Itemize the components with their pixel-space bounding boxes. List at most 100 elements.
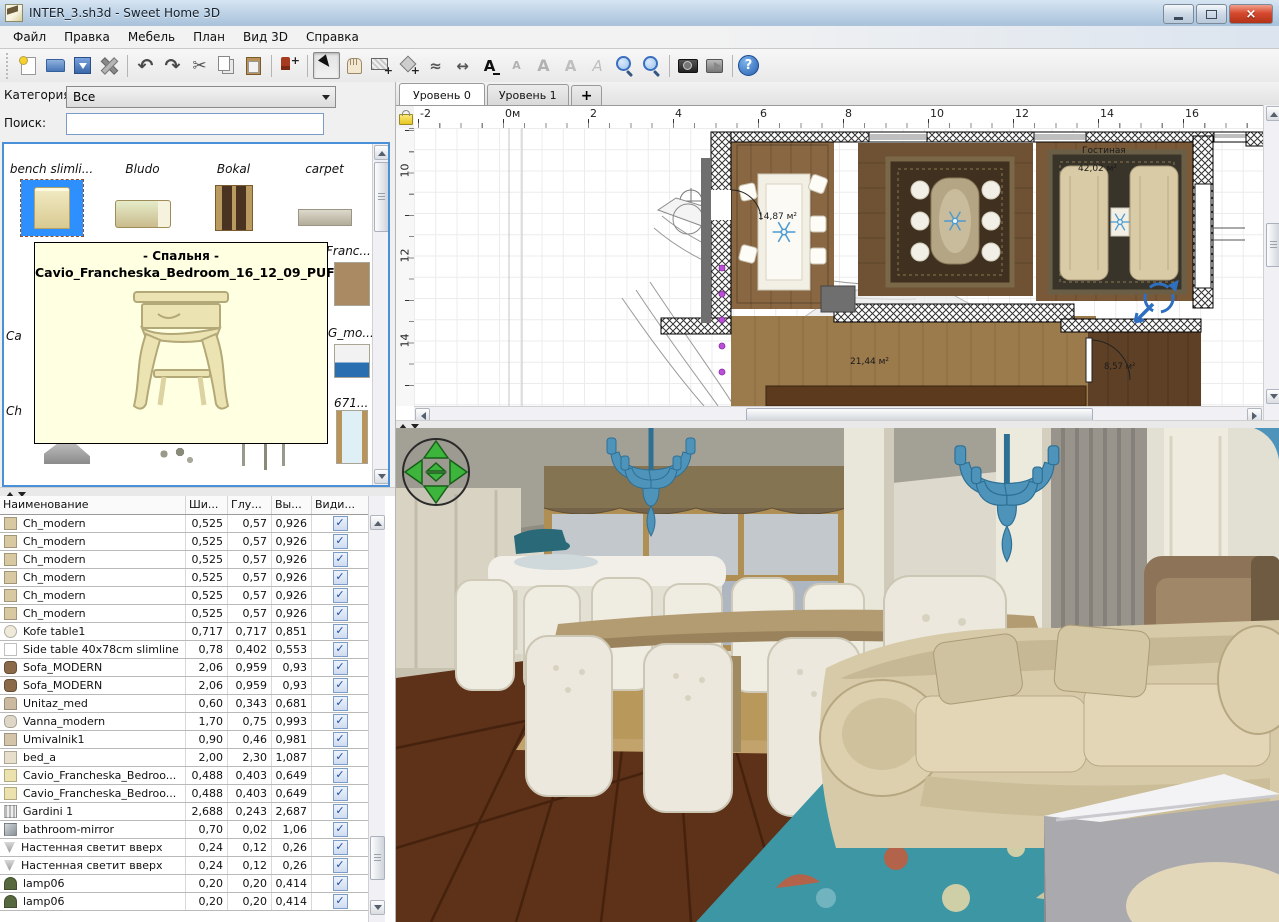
visibility-checkbox[interactable]: ✓ <box>333 696 348 711</box>
photo-icon[interactable] <box>675 53 700 78</box>
preferences-icon[interactable] <box>97 53 122 78</box>
table-row[interactable]: Настенная светит вверх0,240,120,26✓ <box>0 839 368 857</box>
copy-icon[interactable] <box>214 53 239 78</box>
visibility-checkbox[interactable]: ✓ <box>333 660 348 675</box>
plan-vscrollbar-thumb[interactable] <box>1266 223 1279 267</box>
table-row[interactable]: lamp060,200,200,414✓ <box>0 875 368 893</box>
column-header-width[interactable]: Ши... <box>186 496 228 514</box>
category-combobox[interactable]: Все <box>66 86 336 108</box>
zoom-in-icon[interactable]: + <box>612 53 637 78</box>
save-icon[interactable] <box>70 53 95 78</box>
table-row[interactable]: Ch_modern0,5250,570,926✓ <box>0 551 368 569</box>
table-row[interactable]: Настенная светит вверх0,240,120,26✓ <box>0 857 368 875</box>
redo-icon[interactable]: ↷ <box>160 53 185 78</box>
menu-item[interactable]: План <box>184 27 234 47</box>
visibility-checkbox[interactable]: ✓ <box>333 624 348 639</box>
visibility-checkbox[interactable]: ✓ <box>333 804 348 819</box>
scroll-up-icon[interactable] <box>374 145 389 160</box>
furniture-list-scrollbar[interactable] <box>368 496 385 922</box>
scroll-down-icon[interactable] <box>1266 389 1279 404</box>
3d-view[interactable] <box>396 428 1279 922</box>
table-row[interactable]: bathroom-mirror0,700,021,06✓ <box>0 821 368 839</box>
table-row[interactable]: bed_a2,002,301,087✓ <box>0 749 368 767</box>
zoom-out-icon[interactable]: − <box>639 53 664 78</box>
table-row[interactable]: Ch_modern0,5250,570,926✓ <box>0 515 368 533</box>
table-row[interactable]: Gardini 12,6880,2432,687✓ <box>0 803 368 821</box>
table-row[interactable]: Ch_modern0,5250,570,926✓ <box>0 605 368 623</box>
column-header-name[interactable]: Наименование <box>0 496 186 514</box>
add-level-button[interactable]: + <box>571 85 603 105</box>
catalog-scrollbar-thumb[interactable] <box>374 162 389 232</box>
visibility-checkbox[interactable]: ✓ <box>333 876 348 891</box>
new-plan-icon[interactable] <box>16 53 41 78</box>
create-polylines-icon[interactable]: ≈ <box>423 53 448 78</box>
lock-icon[interactable] <box>399 114 413 125</box>
menu-item[interactable]: Файл <box>4 27 55 47</box>
toolbar-grip[interactable] <box>4 53 11 79</box>
create-rooms-icon[interactable]: + <box>396 53 421 78</box>
tab-уровень-1[interactable]: Уровень 1 <box>487 84 569 105</box>
maximize-button[interactable] <box>1196 4 1227 24</box>
scroll-up-icon[interactable] <box>1266 106 1279 121</box>
visibility-checkbox[interactable]: ✓ <box>333 642 348 657</box>
visibility-checkbox[interactable]: ✓ <box>333 516 348 531</box>
table-row[interactable]: Vanna_modern1,700,750,993✓ <box>0 713 368 731</box>
catalog-item[interactable]: carpet <box>279 158 370 242</box>
create-walls-icon[interactable]: + <box>369 53 394 78</box>
pan-icon[interactable] <box>342 53 367 78</box>
table-row[interactable]: Sofa_MODERN2,060,9590,93✓ <box>0 677 368 695</box>
table-row[interactable]: Ch_modern0,5250,570,926✓ <box>0 569 368 587</box>
scroll-down-icon[interactable] <box>374 469 389 484</box>
visibility-checkbox[interactable]: ✓ <box>333 858 348 873</box>
visibility-checkbox[interactable]: ✓ <box>333 606 348 621</box>
column-header-depth[interactable]: Глу... <box>228 496 272 514</box>
create-dimensions-icon[interactable]: ↔ <box>450 53 475 78</box>
open-icon[interactable] <box>43 53 68 78</box>
title-bar[interactable]: INTER_3.sh3d - Sweet Home 3D × <box>0 0 1279 27</box>
visibility-checkbox[interactable]: ✓ <box>333 678 348 693</box>
add-furniture-icon[interactable]: + <box>277 53 302 78</box>
visibility-checkbox[interactable]: ✓ <box>333 552 348 567</box>
catalog-item[interactable]: Bokal <box>188 158 279 242</box>
visibility-checkbox[interactable]: ✓ <box>333 732 348 747</box>
add-texts-icon[interactable]: A <box>477 53 502 78</box>
furniture-list-scrollbar-thumb[interactable] <box>370 836 385 880</box>
catalog-item[interactable]: bench slimli... <box>6 158 97 242</box>
menu-item[interactable]: Мебель <box>119 27 184 47</box>
visibility-checkbox[interactable]: ✓ <box>333 588 348 603</box>
table-row[interactable]: lamp060,200,200,414✓ <box>0 893 368 911</box>
visibility-checkbox[interactable]: ✓ <box>333 714 348 729</box>
paste-icon[interactable] <box>241 53 266 78</box>
visibility-checkbox[interactable]: ✓ <box>333 534 348 549</box>
plan-canvas[interactable]: 14,87 м² <box>414 128 1263 406</box>
visibility-checkbox[interactable]: ✓ <box>333 750 348 765</box>
catalog-item[interactable]: Bludo <box>97 158 188 242</box>
menu-item[interactable]: Правка <box>55 27 119 47</box>
table-row[interactable]: Cavio_Francheska_Bedroo...0,4880,4030,64… <box>0 767 368 785</box>
undo-icon[interactable]: ↶ <box>133 53 158 78</box>
column-header-height[interactable]: Вы... <box>272 496 312 514</box>
table-row[interactable]: Side table 40x78cm slimline0,780,4020,55… <box>0 641 368 659</box>
visibility-checkbox[interactable]: ✓ <box>333 786 348 801</box>
help-icon[interactable]: ? <box>738 55 759 76</box>
visibility-checkbox[interactable]: ✓ <box>333 570 348 585</box>
tab-уровень-0[interactable]: Уровень 0 <box>399 83 485 106</box>
furniture-catalog[interactable]: bench slimli...BludoBokalcarpet Ca Ch Fr… <box>2 142 390 487</box>
visibility-checkbox[interactable]: ✓ <box>333 894 348 909</box>
menu-item[interactable]: Справка <box>297 27 368 47</box>
visibility-checkbox[interactable]: ✓ <box>333 840 348 855</box>
video-icon[interactable] <box>702 53 727 78</box>
plan-vertical-scrollbar[interactable] <box>1263 105 1279 420</box>
visibility-checkbox[interactable]: ✓ <box>333 822 348 837</box>
minimize-button[interactable] <box>1163 4 1194 24</box>
select-icon[interactable] <box>313 52 340 79</box>
scroll-up-icon[interactable] <box>370 515 385 530</box>
close-button[interactable]: × <box>1229 4 1273 24</box>
search-input[interactable] <box>66 113 324 135</box>
catalog-scrollbar[interactable] <box>372 144 388 485</box>
table-row[interactable]: Cavio_Francheska_Bedroo...0,4880,4030,64… <box>0 785 368 803</box>
scroll-down-icon[interactable] <box>370 900 385 915</box>
table-row[interactable]: Ch_modern0,5250,570,926✓ <box>0 587 368 605</box>
table-row[interactable]: Ch_modern0,5250,570,926✓ <box>0 533 368 551</box>
table-row[interactable]: Kofe table10,7170,7170,851✓ <box>0 623 368 641</box>
